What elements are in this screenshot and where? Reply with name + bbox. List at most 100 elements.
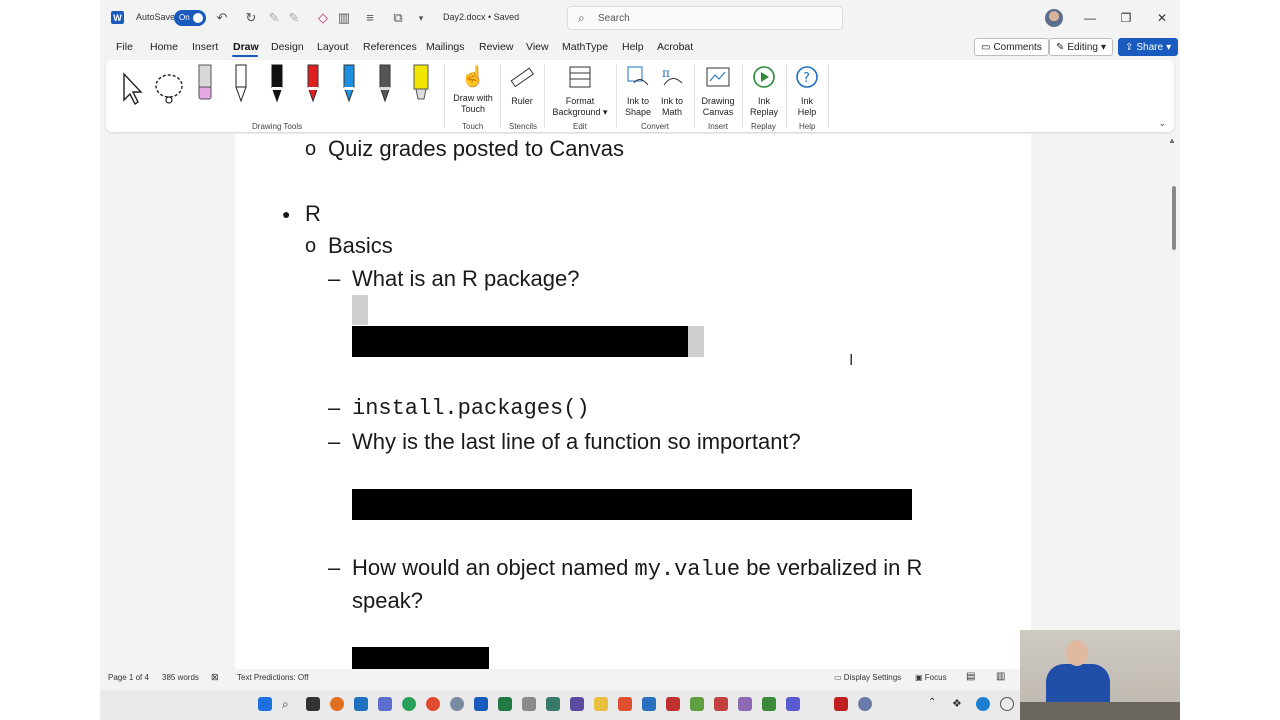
editing-mode-button[interactable]: ✎ Editing ▾ — [1049, 38, 1113, 56]
autosave-toggle[interactable]: On — [174, 10, 206, 26]
tab-review[interactable]: Review — [479, 41, 513, 53]
document-title[interactable]: Day2.docx • Saved — [443, 12, 519, 22]
teams-icon[interactable] — [378, 697, 392, 711]
tab-home[interactable]: Home — [150, 41, 178, 53]
select-pointer-icon[interactable] — [120, 72, 144, 106]
draw-with-touch-button[interactable]: ☝ Draw with Touch — [448, 63, 498, 115]
columns-icon[interactable]: ▥ — [336, 9, 352, 27]
document-page[interactable]: o Quiz grades posted to Canvas ● R o Bas… — [235, 134, 1031, 669]
doc-line-r[interactable]: R — [305, 201, 321, 227]
notepad-icon[interactable] — [522, 697, 536, 711]
tab-view[interactable]: View — [526, 41, 549, 53]
onedrive-icon[interactable] — [976, 697, 990, 711]
chevron-up-icon[interactable]: ⌃ — [928, 697, 942, 711]
edge-icon[interactable] — [402, 697, 416, 711]
pen-quick-icon[interactable]: ✎ — [266, 9, 282, 27]
tab-insert[interactable]: Insert — [192, 41, 218, 53]
tab-acrobat[interactable]: Acrobat — [657, 41, 693, 53]
tab-layout[interactable]: Layout — [317, 41, 349, 53]
acrobat-icon[interactable] — [666, 697, 680, 711]
scrollbar[interactable] — [1172, 186, 1176, 250]
highlighter-yellow-icon[interactable] — [412, 63, 430, 103]
tab-draw[interactable]: Draw — [233, 41, 259, 53]
share-button[interactable]: ⇪ Share ▾ — [1118, 38, 1179, 56]
undo-icon[interactable]: ↶ — [214, 9, 230, 27]
cloud-icon[interactable] — [1000, 697, 1014, 711]
dropbox-icon[interactable]: ❖ — [952, 697, 966, 711]
pen-blue-icon[interactable] — [340, 63, 358, 103]
doc-line-speak[interactable]: speak? — [352, 588, 423, 614]
snipping-icon[interactable] — [546, 697, 560, 711]
tab-mathtype[interactable]: MathType — [562, 41, 608, 53]
pen-black-icon[interactable] — [268, 63, 286, 103]
canvas-icon[interactable] — [618, 697, 632, 711]
comments-button[interactable]: ▭ Comments — [974, 38, 1049, 56]
page-count[interactable]: Page 1 of 4 — [108, 673, 149, 682]
restore-icon[interactable]: ❐ — [1116, 9, 1136, 27]
word-icon[interactable] — [474, 697, 488, 711]
doc-line-r-package[interactable]: What is an R package? — [352, 266, 579, 292]
text-predictions-status[interactable]: Text Predictions: Off — [237, 673, 308, 682]
minimize-icon[interactable]: — — [1080, 9, 1100, 27]
acrobat-reader-icon[interactable] — [834, 697, 848, 711]
tab-mailings[interactable]: Mailings — [426, 41, 465, 53]
shield-icon[interactable] — [762, 697, 776, 711]
tab-help[interactable]: Help — [622, 41, 644, 53]
doc-line-install-packages[interactable]: install.packages() — [352, 396, 590, 421]
visual-studio-icon[interactable] — [786, 697, 800, 711]
app-icon[interactable] — [330, 697, 344, 711]
avatar[interactable] — [1045, 9, 1063, 27]
ink-help-button[interactable]: ? Ink Help — [790, 63, 824, 118]
focus-button[interactable]: ▣ Focus — [915, 673, 947, 682]
calendar-icon[interactable] — [642, 697, 656, 711]
tools-icon[interactable] — [570, 697, 584, 711]
tab-references[interactable]: References — [363, 41, 417, 53]
pdf-icon[interactable] — [714, 697, 728, 711]
draw-app-icon[interactable] — [690, 697, 704, 711]
lasso-select-icon[interactable] — [154, 72, 186, 106]
ribbon-separator — [500, 64, 501, 128]
close-icon[interactable]: ✕ — [1152, 9, 1172, 27]
r-icon[interactable] — [450, 697, 464, 711]
screenshot-icon[interactable]: ⧉ — [390, 9, 406, 27]
print-layout-icon[interactable]: ▥ — [996, 671, 1005, 682]
tab-design[interactable]: Design — [271, 41, 304, 53]
ink-replay-button[interactable]: Ink Replay — [746, 63, 782, 118]
network-app-icon[interactable] — [738, 697, 752, 711]
customize-toolbar-icon[interactable]: ▾ — [413, 9, 429, 27]
pen-red-icon[interactable] — [304, 63, 322, 103]
search-input[interactable]: ⌕ Search — [567, 6, 843, 30]
doc-line-last-line[interactable]: Why is the last line of a function so im… — [352, 429, 801, 455]
drawing-canvas-button[interactable]: Drawing Canvas — [698, 63, 738, 118]
search-icon[interactable]: ⌕ — [282, 697, 296, 711]
display-settings-button[interactable]: ▭ Display Settings — [834, 673, 901, 682]
scroll-up-icon[interactable]: ▲ — [1168, 136, 1176, 145]
ruler-button[interactable]: Ruler — [506, 63, 538, 107]
word-count[interactable]: 385 words — [162, 673, 199, 682]
pen-outline-icon[interactable] — [232, 63, 250, 103]
file-explorer-icon[interactable] — [594, 697, 608, 711]
task-view-icon[interactable] — [306, 697, 320, 711]
doc-line-basics[interactable]: Basics — [328, 233, 393, 259]
rstudio-icon[interactable] — [858, 697, 872, 711]
redacted-answer-block — [352, 647, 489, 669]
chrome-icon[interactable] — [426, 697, 440, 711]
outlook-icon[interactable] — [354, 697, 368, 711]
read-mode-icon[interactable]: ▤ — [966, 671, 975, 682]
highlighter-quick-icon[interactable]: ✎ — [286, 9, 302, 27]
tab-file[interactable]: File — [116, 41, 133, 53]
ink-to-math-button[interactable]: π Ink to Math — [654, 63, 690, 118]
proofing-icon[interactable]: ⊠ — [211, 672, 219, 683]
doc-line-quiz-grades[interactable]: Quiz grades posted to Canvas — [328, 136, 624, 162]
doc-line-object-named[interactable]: How would an object named my.value be ve… — [352, 555, 922, 582]
eraser-quick-icon[interactable]: ◇ — [315, 9, 331, 27]
excel-icon[interactable] — [498, 697, 512, 711]
collapse-ribbon-icon[interactable]: ⌄ — [1158, 118, 1166, 129]
list-icon[interactable]: ≡ — [362, 9, 378, 27]
pencil-gray-icon[interactable] — [376, 63, 394, 103]
start-icon[interactable] — [258, 697, 272, 711]
redo-icon[interactable]: ↻ — [243, 9, 259, 27]
eraser-icon[interactable] — [196, 63, 214, 103]
ink-to-shape-button[interactable]: Ink to Shape — [620, 63, 656, 118]
format-background-button[interactable]: Format Background ▾ — [550, 63, 610, 118]
